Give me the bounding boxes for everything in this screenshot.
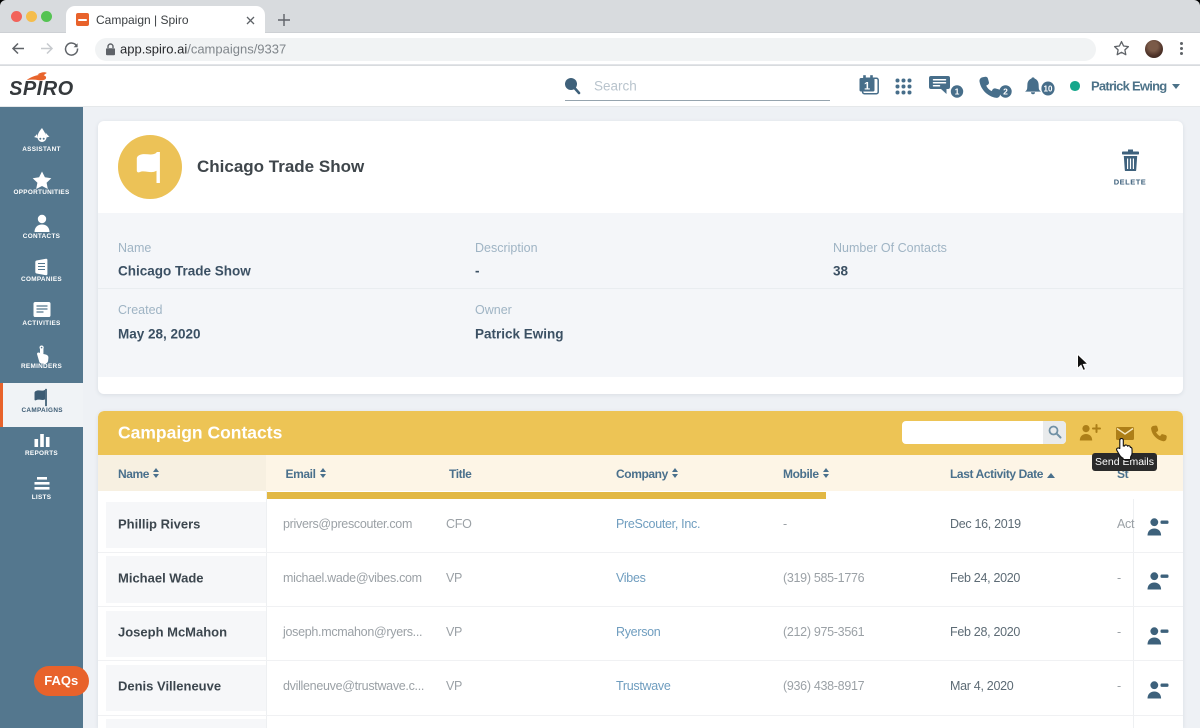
svg-text:10: 10 — [1044, 85, 1053, 94]
svg-text:1: 1 — [955, 87, 960, 97]
svg-text:SPIRO: SPIRO — [10, 78, 74, 100]
svg-text:2: 2 — [1003, 87, 1008, 97]
svg-text:1: 1 — [864, 81, 870, 93]
